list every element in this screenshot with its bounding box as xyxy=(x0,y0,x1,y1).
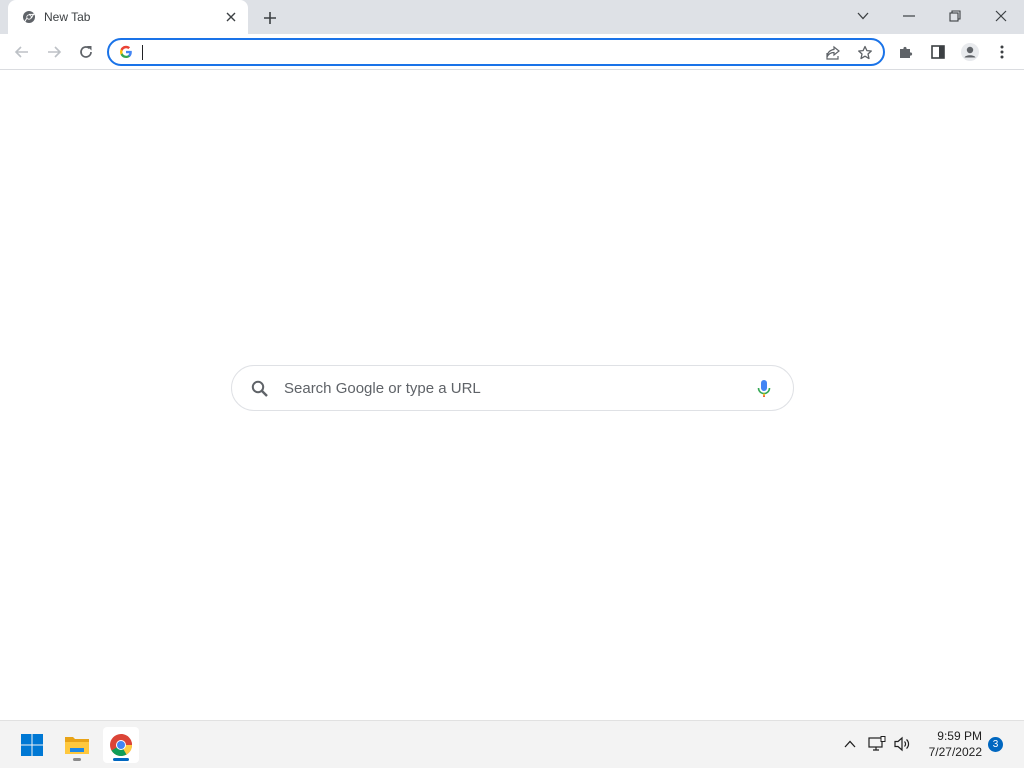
windows-logo-icon xyxy=(21,734,43,756)
back-arrow-icon xyxy=(14,46,28,58)
file-explorer-button[interactable] xyxy=(59,727,95,763)
clock-time: 9:59 PM xyxy=(937,729,982,743)
browser-toolbar xyxy=(0,34,1024,70)
side-panel-icon xyxy=(931,45,945,59)
clock-date: 7/27/2022 xyxy=(928,745,982,759)
chrome-taskbar-button[interactable] xyxy=(103,727,139,763)
chrome-icon xyxy=(110,734,132,756)
tab-strip: New Tab xyxy=(0,0,1024,34)
close-window-button[interactable] xyxy=(978,0,1024,32)
chevron-up-icon xyxy=(844,740,856,748)
chevron-down-icon xyxy=(857,12,869,20)
restore-icon xyxy=(949,10,961,22)
back-button[interactable] xyxy=(8,38,36,66)
forward-arrow-icon xyxy=(48,46,62,58)
ntp-search-box[interactable]: Search Google or type a URL xyxy=(231,365,794,411)
app-running-indicator xyxy=(73,758,81,761)
chrome-menu-button[interactable] xyxy=(988,38,1016,66)
minimize-icon xyxy=(903,15,915,17)
tab-title: New Tab xyxy=(44,10,91,24)
ntp-search-placeholder: Search Google or type a URL xyxy=(284,380,481,397)
profile-button[interactable] xyxy=(956,38,984,66)
show-hidden-icons-button[interactable] xyxy=(839,733,861,755)
profile-icon xyxy=(961,43,979,61)
address-bar[interactable] xyxy=(107,38,885,66)
minimize-button[interactable] xyxy=(886,0,932,32)
close-icon xyxy=(995,10,1007,22)
tab-close-icon[interactable] xyxy=(222,8,240,26)
notification-badge[interactable]: 3 xyxy=(988,737,1003,752)
google-g-icon xyxy=(119,45,133,59)
tab-search-button[interactable] xyxy=(840,0,886,32)
new-tab-button[interactable] xyxy=(258,6,282,30)
kebab-menu-icon xyxy=(1000,45,1004,59)
network-icon[interactable] xyxy=(866,733,888,755)
side-panel-button[interactable] xyxy=(924,38,952,66)
tab-new-tab[interactable]: New Tab xyxy=(8,0,248,34)
share-icon[interactable] xyxy=(823,43,843,63)
microphone-icon[interactable] xyxy=(754,378,774,400)
reload-icon xyxy=(80,46,92,58)
folder-icon xyxy=(65,737,89,754)
extensions-button[interactable] xyxy=(892,38,920,66)
restore-button[interactable] xyxy=(932,0,978,32)
puzzle-icon xyxy=(900,46,913,58)
system-clock[interactable]: 9:59 PM 7/27/2022 xyxy=(918,728,982,760)
windows-taskbar: 9:59 PM 7/27/2022 3 xyxy=(0,720,1024,768)
chrome-icon xyxy=(22,10,36,24)
reload-button[interactable] xyxy=(72,38,100,66)
omnibox-input[interactable] xyxy=(143,43,803,63)
bookmark-star-icon[interactable] xyxy=(855,43,875,63)
app-active-indicator xyxy=(113,758,129,761)
plus-icon xyxy=(264,12,276,24)
start-button[interactable] xyxy=(14,727,50,763)
forward-button[interactable] xyxy=(40,38,68,66)
volume-icon[interactable] xyxy=(891,733,913,755)
search-icon xyxy=(250,379,270,399)
